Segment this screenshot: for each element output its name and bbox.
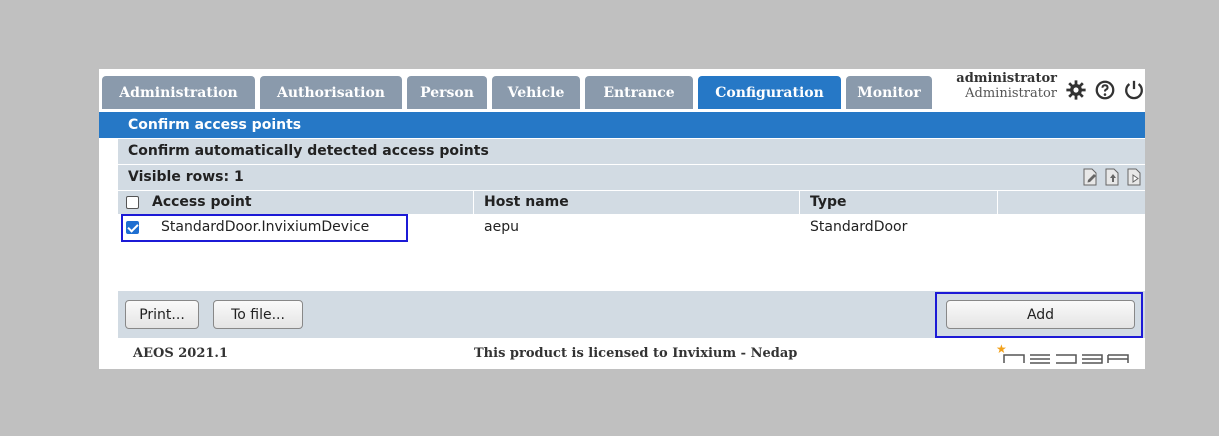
tab-vehicle[interactable]: Vehicle <box>492 76 580 109</box>
help-icon[interactable] <box>1094 79 1116 101</box>
tab-authorisation[interactable]: Authorisation <box>260 76 402 109</box>
cell-type: StandardDoor <box>810 219 908 235</box>
column-type-label: Type <box>810 194 847 210</box>
column-type[interactable]: Type <box>800 191 998 214</box>
main-tab-bar: Administration Authorisation Person Vehi… <box>99 69 1145 109</box>
user-role: Administrator <box>965 86 1057 101</box>
tab-configuration[interactable]: Configuration <box>698 76 841 109</box>
visible-rows-label: Visible rows: 1 <box>128 169 244 185</box>
user-name: administrator <box>956 71 1057 86</box>
table-actions <box>1081 168 1143 188</box>
visible-rows-bar: Visible rows: 1 <box>118 165 1145 190</box>
license-text: This product is licensed to Invixium - N… <box>474 346 798 361</box>
print-button[interactable]: Print... <box>125 300 199 329</box>
column-access-point[interactable]: Access point <box>118 191 474 214</box>
tab-monitor[interactable]: Monitor <box>846 76 932 109</box>
cell-host-name: aepu <box>484 219 519 235</box>
tab-entrance[interactable]: Entrance <box>585 76 693 109</box>
user-info: administrator Administrator <box>945 71 1057 101</box>
column-access-point-label: Access point <box>152 194 252 210</box>
column-host-name-label: Host name <box>484 194 569 210</box>
footer: AEOS 2021.1 This product is licensed to … <box>118 339 1145 369</box>
svg-text:★: ★ <box>996 342 1007 356</box>
select-all-checkbox[interactable] <box>126 196 139 209</box>
to-file-button[interactable]: To file... <box>213 300 303 329</box>
gear-icon[interactable] <box>1065 79 1087 101</box>
forward-document-icon[interactable] <box>1125 168 1143 186</box>
panel-subtitle: Confirm automatically detected access po… <box>118 139 1145 164</box>
power-icon[interactable] <box>1123 79 1145 101</box>
version-text: AEOS 2021.1 <box>133 346 228 361</box>
application-window: Administration Authorisation Person Vehi… <box>99 69 1145 369</box>
access-point-highlight <box>121 214 408 242</box>
table-header: Access point Host name Type <box>118 190 1145 214</box>
tab-administration[interactable]: Administration <box>102 76 255 109</box>
edit-document-icon[interactable] <box>1081 168 1099 186</box>
add-button-highlight <box>935 292 1143 338</box>
nedap-logo: ★ <box>994 341 1144 367</box>
column-host-name[interactable]: Host name <box>474 191 800 214</box>
panel-title: Confirm access points <box>99 112 1145 138</box>
export-document-icon[interactable] <box>1103 168 1121 186</box>
tab-person[interactable]: Person <box>407 76 487 109</box>
